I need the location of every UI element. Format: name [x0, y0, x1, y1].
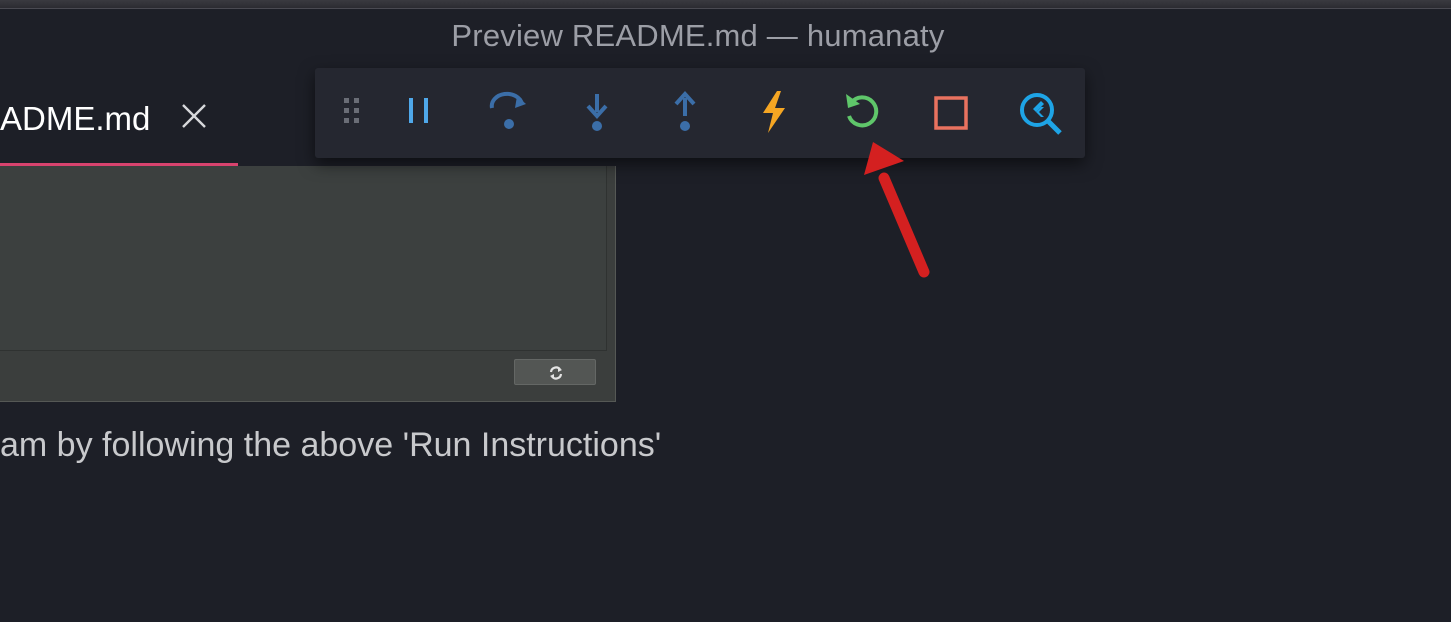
grip-icon[interactable] [339, 88, 389, 138]
embedded-preview-image [0, 166, 616, 402]
window-top-border [0, 0, 1451, 9]
lightning-icon[interactable] [749, 88, 799, 138]
debug-toolbar [315, 68, 1085, 158]
step-into-icon[interactable] [573, 88, 623, 138]
restart-icon[interactable] [838, 88, 888, 138]
tab-label: ADME.md [0, 100, 151, 137]
pause-icon[interactable] [395, 88, 445, 138]
preview-image-content [0, 166, 607, 351]
window-title: Preview README.md — humanaty [451, 18, 945, 53]
refresh-button[interactable] [514, 359, 596, 385]
flutter-inspector-icon[interactable] [1015, 88, 1065, 138]
screenshot-root: Preview README.md — humanaty ADME.md am … [0, 0, 1451, 622]
close-icon[interactable] [180, 102, 208, 130]
readme-paragraph: am by following the above 'Run Instructi… [0, 426, 662, 464]
step-over-icon[interactable] [484, 88, 534, 138]
refresh-icon [549, 366, 563, 380]
stop-icon[interactable] [927, 88, 977, 138]
step-out-icon[interactable] [661, 88, 711, 138]
tab-readme-preview[interactable]: ADME.md [0, 86, 238, 166]
